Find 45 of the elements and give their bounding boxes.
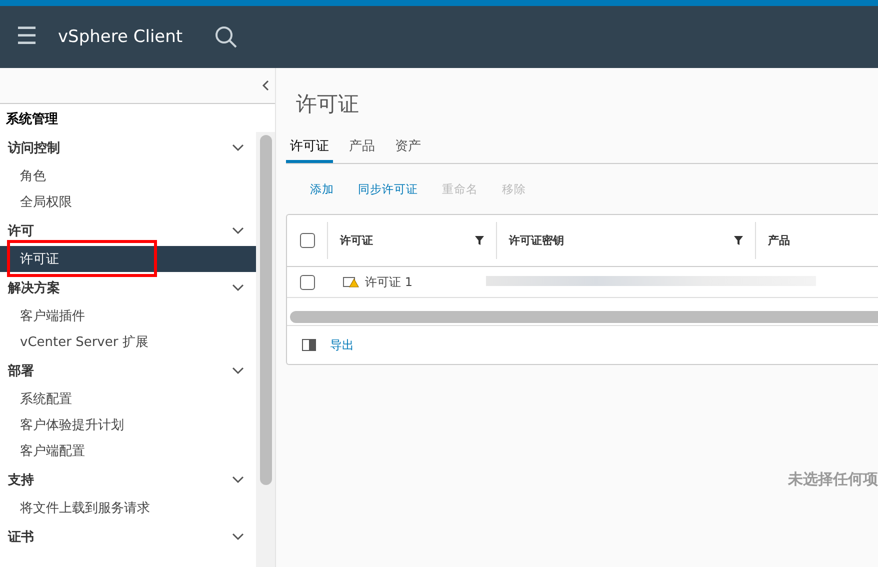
empty-message: 未选择任何项 [788,470,878,489]
chevron-down-icon [232,476,244,484]
row-checkbox[interactable] [300,274,314,290]
sidebar-item[interactable]: 系统配置 [0,386,256,412]
sidebar-item[interactable]: vCenter Server 扩展 [0,329,256,355]
page-title: 许可证 [295,91,360,118]
sidebar-item[interactable]: 角色 [0,163,256,189]
tab[interactable]: 资产 [391,137,425,163]
sidebar-group[interactable]: 证书 [0,521,256,552]
search-icon[interactable] [214,26,237,48]
sidebar-item[interactable]: 全局权限 [0,189,256,215]
filter-icon[interactable] [475,236,484,245]
collapse-icon[interactable] [262,80,269,91]
column-header[interactable]: 许可证 [340,233,373,248]
sidebar-item[interactable]: 客户体验提升计划 [0,412,256,438]
column-header[interactable]: 许可证密钥 [509,233,564,248]
action-button[interactable]: 同步许可证 [348,182,428,196]
tab[interactable]: 许可证 [286,137,333,163]
export-link[interactable]: 导出 [330,336,354,354]
chevron-down-icon [232,284,244,292]
sidebar-group[interactable]: 支持 [0,464,256,495]
action-button[interactable]: 添加 [300,182,344,196]
chevron-down-icon [232,366,244,374]
sidebar-item[interactable]: 许可证 [0,246,256,272]
sidebar-item[interactable]: 客户端插件 [0,303,256,329]
sidebar-group[interactable]: 解决方案 [0,272,256,303]
chevron-down-icon [232,226,244,234]
license-name: 许可证 1 [365,274,412,290]
sidebar-group[interactable]: 部署 [0,355,256,386]
filter-icon[interactable] [734,236,743,245]
sidebar-item[interactable]: 将文件上载到服务请求 [0,495,256,521]
select-all-checkbox[interactable] [300,233,314,248]
app-title: vSphere Client [58,27,183,47]
column-header[interactable]: 产品 [768,233,790,248]
sidebar-item[interactable]: 客户端配置 [0,438,256,464]
sidebar-group[interactable]: 许可 [0,215,256,246]
chevron-down-icon [232,532,244,540]
sidebar-title: 系统管理 [5,110,59,129]
menu-button[interactable]: ☰ [14,25,40,49]
tab[interactable]: 产品 [345,137,379,163]
horizontal-scrollbar[interactable] [290,311,878,323]
chevron-down-icon [232,144,244,152]
scrollbar-thumb[interactable] [260,135,272,485]
sidebar-group[interactable]: 访问控制 [0,132,256,163]
columns-icon[interactable] [302,339,316,351]
